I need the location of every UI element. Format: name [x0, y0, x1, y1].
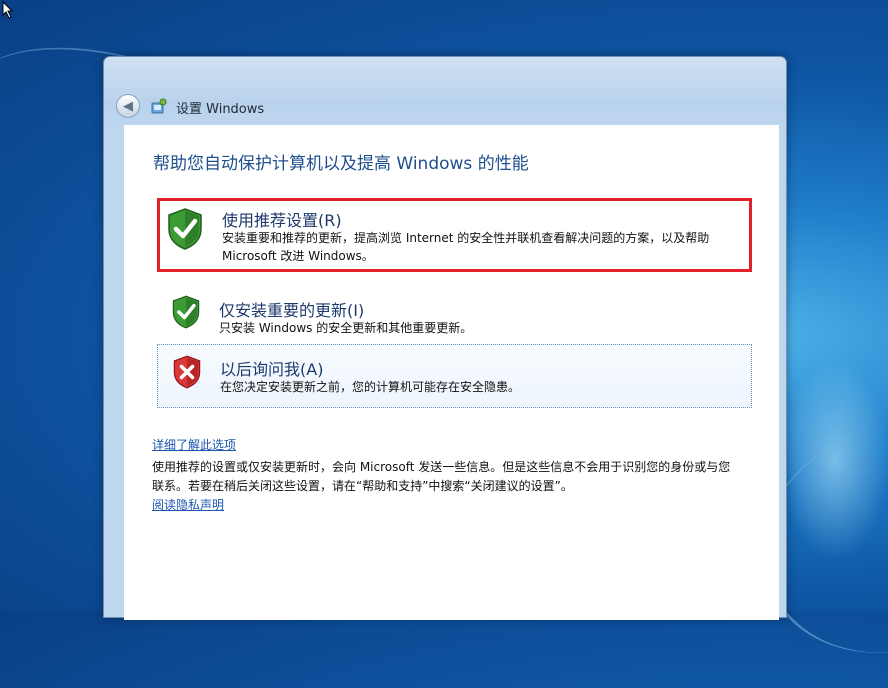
mouse-cursor-icon [2, 1, 14, 19]
back-button[interactable]: ◀ [116, 94, 140, 118]
option-title: 使用推荐设置(R) [222, 211, 342, 230]
privacy-statement-link[interactable]: 阅读隐私声明 [152, 496, 224, 513]
option-recommended-settings[interactable]: 使用推荐设置(R) 安装重要和推荐的更新，提高浏览 Internet 的安全性并… [157, 198, 752, 272]
dialog-content: 帮助您自动保护计算机以及提高 Windows 的性能 使用推荐设置(R) 安装重… [124, 125, 779, 620]
learn-more-link[interactable]: 详细了解此选项 [152, 436, 236, 453]
title-bar: ◀ 设置 Windows [104, 89, 786, 125]
privacy-info-text: 使用推荐的设置或仅安装更新时，会向 Microsoft 发送一些信息。但是这些信… [152, 460, 731, 493]
windows-setup-icon [151, 98, 167, 114]
setup-dialog: ◀ 设置 Windows 帮助您自动保护计算机以及提高 Windows 的性能 … [103, 56, 787, 620]
option-description: 在您决定安装更新之前，您的计算机可能存在安全隐患。 [220, 380, 521, 394]
red-shield-x-icon [173, 355, 201, 389]
option-ask-me-later[interactable]: 以后询问我(A) 在您决定安装更新之前，您的计算机可能存在安全隐患。 [157, 344, 752, 408]
option-description: 安装重要和推荐的更新，提高浏览 Internet 的安全性并联机查看解决问题的方… [222, 231, 710, 263]
window-title: 设置 Windows [176, 102, 265, 117]
page-heading: 帮助您自动保护计算机以及提高 Windows 的性能 [153, 154, 529, 174]
wallpaper-glow [780, 360, 888, 560]
option-title: 以后询问我(A) [220, 360, 324, 379]
green-shield-check-icon [168, 208, 202, 250]
option-title: 仅安装重要的更新(I) [219, 301, 365, 320]
green-shield-check-icon [172, 295, 200, 329]
option-important-updates-only[interactable]: 仅安装重要的更新(I) 只安装 Windows 的安全更新和其他重要更新。 [157, 284, 752, 344]
option-description: 只安装 Windows 的安全更新和其他重要更新。 [219, 321, 473, 335]
back-arrow-icon: ◀ [123, 98, 133, 114]
